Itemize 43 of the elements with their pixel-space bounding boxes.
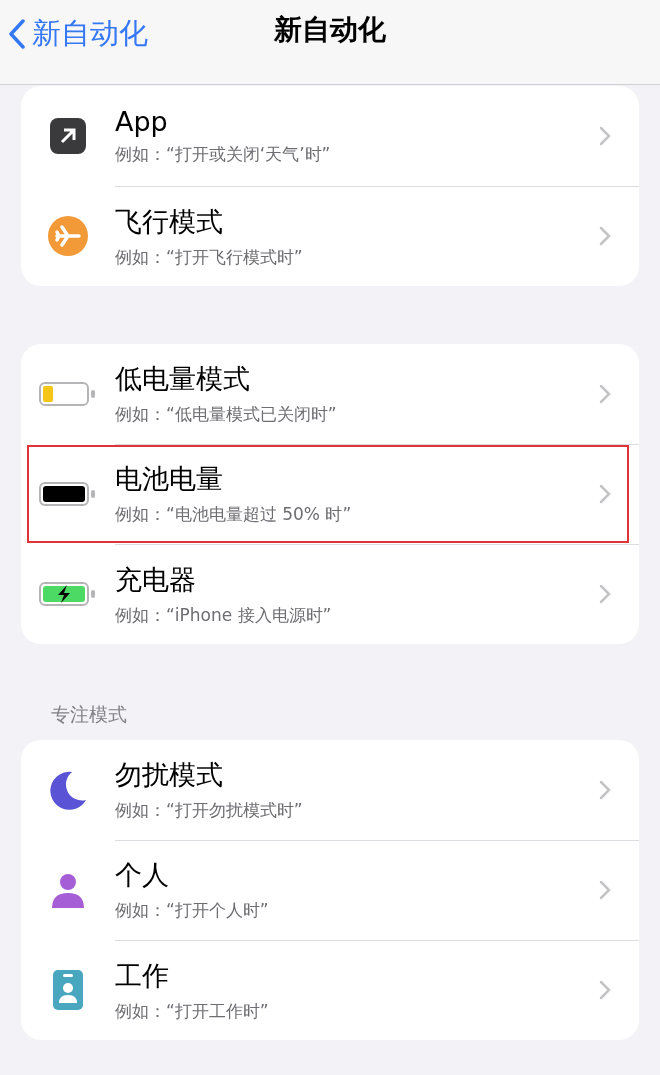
trigger-row[interactable]: 电池电量 例如：“电池电量超过 50% 时”: [21, 444, 639, 544]
battery-icon: [39, 482, 97, 506]
trigger-row[interactable]: 勿扰模式 例如：“打开勿扰模式时”: [21, 740, 639, 840]
row-subtitle: 例如：“打开飞行模式时”: [115, 245, 303, 269]
row-subtitle: 例如：“打开工作时”: [115, 999, 269, 1023]
battery-icon: [39, 582, 97, 606]
row-title: 充电器: [115, 562, 196, 597]
moon-icon: [48, 770, 88, 810]
back-button[interactable]: 新自动化: [8, 14, 148, 54]
row-title: 勿扰模式: [115, 758, 223, 792]
chevron-right-icon: [599, 584, 611, 604]
chevron-right-icon: [599, 880, 611, 900]
chevron-right-icon: [599, 384, 611, 404]
chevron-right-icon: [599, 780, 611, 800]
id-badge-icon: [53, 970, 83, 1010]
chevron-left-icon: [8, 19, 26, 49]
battery-icon: [39, 382, 97, 406]
row-subtitle: 例如：“电池电量超过 50% 时”: [115, 503, 352, 526]
trigger-row[interactable]: App 例如：“打开或关闭‘天气’时”: [21, 86, 639, 186]
section-header: 专注模式: [50, 702, 128, 727]
airplane-icon: [48, 216, 88, 256]
chevron-right-icon: [599, 484, 611, 504]
row-title: 工作: [115, 958, 169, 993]
row-title: App: [115, 105, 168, 137]
page-title: 新自动化: [274, 12, 386, 48]
row-subtitle: 例如：“打开勿扰模式时”: [115, 799, 303, 822]
chevron-right-icon: [599, 126, 611, 146]
trigger-row[interactable]: 飞行模式 例如：“打开飞行模式时”: [21, 186, 639, 286]
row-title: 电池电量: [115, 462, 223, 496]
trigger-row[interactable]: 个人 例如：“打开个人时”: [21, 840, 639, 940]
row-title: 个人: [115, 858, 169, 892]
chevron-right-icon: [599, 980, 611, 1000]
trigger-row[interactable]: 充电器 例如：“iPhone 接入电源时”: [21, 544, 639, 644]
row-subtitle: 例如：“低电量模式已关闭时”: [115, 403, 337, 426]
row-title: 飞行模式: [115, 204, 223, 239]
row-subtitle: 例如：“iPhone 接入电源时”: [115, 603, 332, 627]
trigger-row[interactable]: 工作 例如：“打开工作时”: [21, 940, 639, 1040]
row-title: 低电量模式: [115, 362, 250, 396]
person-icon: [51, 872, 85, 908]
row-subtitle: 例如：“打开或关闭‘天气’时”: [115, 142, 331, 166]
row-subtitle: 例如：“打开个人时”: [115, 899, 269, 922]
trigger-row[interactable]: 低电量模式 例如：“低电量模式已关闭时”: [21, 344, 639, 444]
chevron-right-icon: [599, 226, 611, 246]
